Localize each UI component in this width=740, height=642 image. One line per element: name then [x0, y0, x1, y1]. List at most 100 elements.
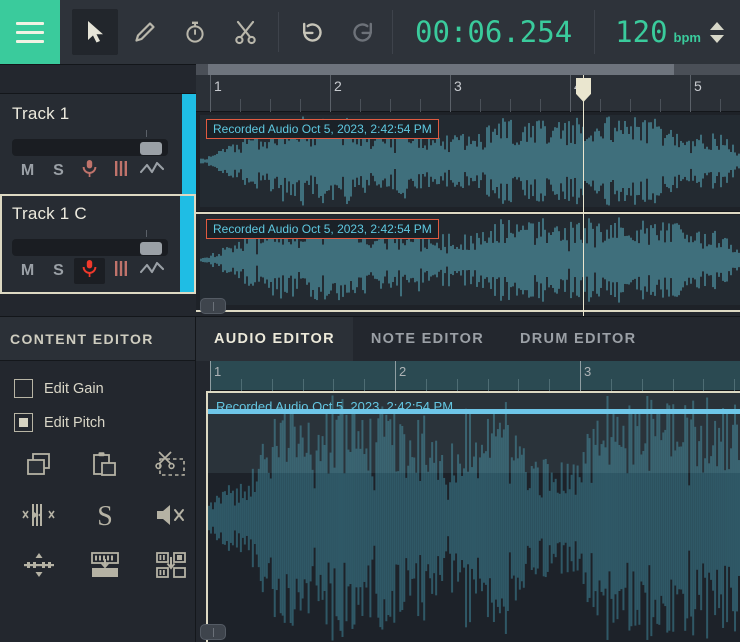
editor-audio-clip[interactable]: Recorded Audio Oct 5, 2023, 2:42:54 PM: [206, 391, 740, 642]
editor-gain-line[interactable]: [208, 409, 740, 414]
hamburger-line: [16, 39, 44, 43]
paste-button[interactable]: [80, 447, 130, 487]
edit-gain-checkbox[interactable]: Edit Gain: [14, 379, 195, 398]
midi-button[interactable]: [105, 258, 136, 284]
bar-line: [395, 361, 396, 391]
automation-curve-icon: [139, 161, 164, 182]
tempo-stepper[interactable]: [710, 21, 724, 43]
timeline-ruler[interactable]: 12345: [196, 75, 740, 112]
playhead-line: [583, 75, 584, 316]
bar-number-label: 3: [454, 78, 462, 94]
track-header-spacer: [0, 65, 196, 94]
snap-button[interactable]: S: [80, 497, 130, 537]
remove-transient-button[interactable]: [14, 497, 64, 537]
record-arm-button[interactable]: [74, 258, 105, 284]
volume-control[interactable]: [12, 130, 184, 156]
bounce-button[interactable]: [80, 547, 130, 587]
midi-bars-icon: [113, 160, 129, 182]
track-color-strip[interactable]: [182, 94, 196, 194]
horizontal-scrollbar[interactable]: [196, 64, 740, 75]
checkbox-box[interactable]: [14, 379, 33, 398]
beat-tick: [734, 379, 736, 391]
record-arm-button[interactable]: [74, 158, 105, 184]
beat-tick: [487, 379, 489, 391]
copy-button[interactable]: [14, 447, 64, 487]
solo-button[interactable]: S: [43, 158, 74, 184]
editor-resize-handle[interactable]: [200, 624, 226, 640]
bar-line: [580, 361, 581, 391]
redo-arrow-icon: [350, 20, 375, 45]
mute-selection-button[interactable]: [146, 497, 196, 537]
tempo-increase-icon[interactable]: [710, 21, 724, 30]
beat-tick: [364, 379, 366, 391]
tempo-control[interactable]: 120 bpm: [595, 17, 740, 47]
beat-tick: [270, 99, 271, 112]
track-lane-2[interactable]: Recorded Audio Oct 5, 2023, 2:42:54 PM: [196, 212, 740, 312]
editor-ruler[interactable]: 1 2 3: [196, 361, 740, 391]
split-tool-button[interactable]: [222, 9, 268, 55]
track-name-label[interactable]: Track 1 C: [12, 204, 184, 224]
hamburger-line: [16, 30, 44, 34]
bar-number-label: 5: [694, 78, 702, 94]
bar-line: [330, 75, 331, 112]
cut-selection-button[interactable]: [146, 447, 196, 487]
audio-clip[interactable]: Recorded Audio Oct 5, 2023, 2:42:54 PM: [200, 115, 740, 207]
beat-tick: [390, 99, 391, 112]
track-lane-1[interactable]: Recorded Audio Oct 5, 2023, 2:42:54 PM: [196, 112, 740, 212]
checkbox-box[interactable]: [14, 413, 33, 432]
beat-tick: [333, 379, 335, 391]
bar-number-label: 1: [214, 78, 222, 94]
edit-pitch-checkbox[interactable]: Edit Pitch: [14, 413, 195, 432]
undo-button[interactable]: [289, 9, 335, 55]
automation-button[interactable]: [136, 158, 167, 184]
mute-button[interactable]: M: [12, 158, 43, 184]
tempo-unit-label: bpm: [673, 29, 701, 45]
beat-tick: [420, 99, 421, 112]
track-header-2[interactable]: Track 1 C M S: [0, 194, 196, 294]
beat-tick: [720, 99, 721, 112]
tempo-value[interactable]: 120: [615, 17, 667, 47]
volume-control[interactable]: [12, 230, 184, 256]
arrangement-resize-handle[interactable]: [200, 298, 226, 314]
volume-slider-handle[interactable]: [140, 242, 162, 255]
timeline-area: 12345 Recorded Audio Oct 5, 2023, 2:42:5…: [196, 64, 740, 316]
bounce-down-icon: [89, 551, 121, 584]
edit-pitch-label: Edit Pitch: [44, 414, 106, 431]
beat-tick: [360, 99, 361, 112]
tab-note-editor[interactable]: NOTE EDITOR: [353, 317, 502, 361]
draw-tool-button[interactable]: [122, 9, 168, 55]
track-color-strip[interactable]: [180, 196, 194, 292]
tempo-decrease-icon[interactable]: [710, 34, 724, 43]
scrollbar-thumb[interactable]: [208, 64, 674, 75]
hamburger-menu-button[interactable]: [0, 0, 60, 64]
hamburger-line: [16, 21, 44, 25]
audio-clip[interactable]: Recorded Audio Oct 5, 2023, 2:42:54 PM: [200, 215, 740, 305]
track-header-1[interactable]: Track 1 M S: [0, 94, 196, 194]
beat-tick: [660, 99, 661, 112]
pencil-icon: [133, 20, 157, 44]
transport-section: 00:06.254 120 bpm: [392, 0, 740, 64]
stopwatch-icon: [183, 20, 207, 44]
speaker-mute-icon: [155, 502, 187, 533]
select-tool-button[interactable]: [72, 9, 118, 55]
midi-button[interactable]: [105, 158, 136, 184]
automation-curve-icon: [139, 261, 164, 282]
consolidate-button[interactable]: [146, 547, 196, 587]
volume-slider-handle[interactable]: [140, 142, 162, 155]
microphone-icon: [81, 259, 98, 283]
mute-button[interactable]: M: [12, 258, 43, 284]
redo-button[interactable]: [339, 9, 385, 55]
time-display[interactable]: 00:06.254: [393, 17, 594, 47]
beat-tick: [240, 379, 242, 391]
tab-drum-editor[interactable]: DRUM EDITOR: [502, 317, 654, 361]
beat-tick: [300, 99, 301, 112]
adjust-levels-button[interactable]: [14, 547, 64, 587]
bar-line: [570, 75, 571, 112]
track-name-label[interactable]: Track 1: [12, 104, 184, 124]
main-toolbar: 00:06.254 120 bpm: [0, 0, 740, 64]
tab-audio-editor[interactable]: AUDIO EDITOR: [196, 317, 353, 361]
automation-button[interactable]: [136, 258, 167, 284]
timestretch-tool-button[interactable]: [172, 9, 218, 55]
solo-button[interactable]: S: [43, 258, 74, 284]
beat-tick: [240, 99, 241, 112]
